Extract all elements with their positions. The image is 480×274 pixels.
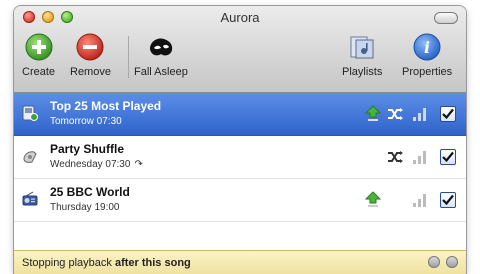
checkmark-icon (442, 151, 454, 163)
status-right-button[interactable] (446, 256, 458, 268)
toolbar-area: Aurora Create Remove Fall Asleep Playlis… (14, 6, 466, 93)
status-message: Stopping playback after this song (22, 257, 191, 269)
alarm-time: Thursday 19:00 (50, 202, 120, 213)
radio-icon (22, 191, 38, 206)
remove-button[interactable]: Remove (70, 32, 111, 78)
checkmark-icon (442, 108, 454, 120)
alarm-row-bbc-world[interactable]: 25 BBC World Thursday 19:00 (14, 179, 466, 222)
remove-label: Remove (70, 66, 111, 78)
svg-text:i: i (424, 38, 430, 57)
fall-asleep-button[interactable]: Fall Asleep (134, 32, 188, 78)
playlists-label: Playlists (342, 66, 383, 78)
create-label: Create (22, 66, 56, 78)
properties-button[interactable]: i Properties (402, 32, 452, 78)
toolbar-separator (128, 36, 129, 78)
info-icon: i (412, 32, 442, 62)
alarm-row-top-25[interactable]: Top 25 Most Played Tomorrow 07:30 (14, 93, 466, 136)
playlists-icon (347, 32, 377, 62)
toolbar-toggle-button[interactable] (434, 12, 458, 24)
properties-label: Properties (402, 66, 453, 78)
alarm-time: Wednesday 07:30 ↷ (50, 159, 143, 170)
volume-level-icon (413, 108, 426, 121)
party-shuffle-icon (23, 151, 37, 163)
shuffle-icon (388, 151, 403, 163)
alarm-enabled-checkbox[interactable] (440, 105, 456, 123)
alarm-enabled-checkbox[interactable] (440, 148, 456, 166)
plus-icon (24, 32, 54, 62)
volume-level-icon (413, 194, 426, 207)
volume-ramp-icon (364, 105, 382, 121)
status-text: Stopping playback (22, 257, 112, 269)
status-emphasis: after this song (114, 257, 191, 269)
fall-asleep-label: Fall Asleep (134, 66, 188, 78)
alarm-time: Tomorrow 07:30 (50, 116, 122, 127)
alarm-time-text: Wednesday 07:30 (50, 159, 131, 170)
status-left-button[interactable] (428, 256, 440, 268)
playlist-icon (22, 105, 38, 121)
volume-level-icon (413, 151, 426, 164)
alarm-enabled-checkbox[interactable] (440, 191, 456, 209)
alarm-name: 25 BBC World (50, 185, 130, 199)
status-bar: Stopping playback after this song (14, 250, 466, 274)
shuffle-icon (388, 108, 403, 120)
volume-ramp-icon (364, 191, 382, 207)
title-bar: Aurora (14, 6, 466, 28)
alarm-list: Top 25 Most Played Tomorrow 07:30 Party … (14, 93, 466, 251)
minus-icon (75, 32, 105, 62)
alarm-name: Party Shuffle (50, 142, 125, 156)
checkmark-icon (442, 194, 454, 206)
sleep-mask-icon (146, 32, 176, 62)
alarm-row-party-shuffle[interactable]: Party Shuffle Wednesday 07:30 ↷ (14, 136, 466, 179)
alarm-name: Top 25 Most Played (50, 99, 162, 113)
repeat-icon: ↷ (134, 159, 143, 170)
aurora-window: Aurora Create Remove Fall Asleep Playlis… (14, 6, 466, 274)
window-title: Aurora (220, 10, 260, 25)
playlists-button[interactable]: Playlists (342, 32, 382, 78)
create-button[interactable]: Create (22, 32, 55, 78)
